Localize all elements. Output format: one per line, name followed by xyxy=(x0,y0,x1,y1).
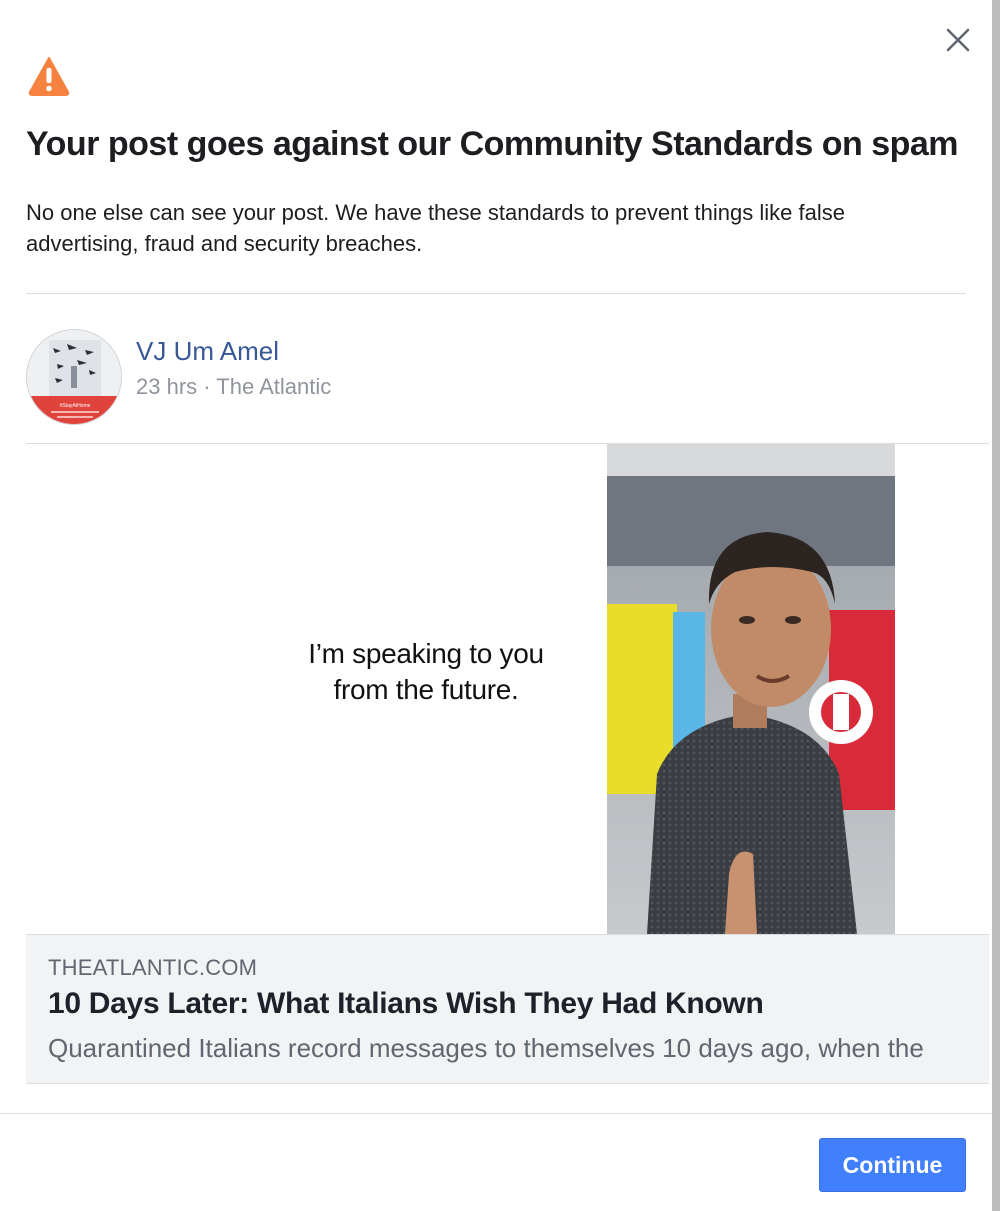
post-video-preview[interactable]: I’m speaking to you from the future. xyxy=(26,444,989,934)
close-icon[interactable] xyxy=(940,22,976,58)
link-headline: 10 Days Later: What Italians Wish They H… xyxy=(48,987,764,1020)
link-snippet: Quarantined Italians record messages to … xyxy=(48,1033,924,1063)
background-page-edge xyxy=(992,0,1000,1211)
post-author-link[interactable]: VJ Um Amel xyxy=(136,336,279,367)
post-meta: 23 hrs · The Atlantic xyxy=(136,374,332,399)
link-preview[interactable]: THEATLANTIC.COM 10 Days Later: What Ital… xyxy=(26,934,989,1084)
spam-standards-dialog: Your post goes against our Community Sta… xyxy=(0,0,993,1211)
link-domain: THEATLANTIC.COM xyxy=(48,955,258,980)
divider xyxy=(0,1113,992,1114)
video-caption-line: from the future. xyxy=(333,674,519,705)
video-thumbnail-image xyxy=(607,444,895,934)
video-caption: I’m speaking to you from the future. xyxy=(226,636,626,708)
avatar-badge: #StayAtHome xyxy=(60,403,91,409)
video-caption-line: I’m speaking to you xyxy=(308,638,544,669)
dialog-description: No one else can see your post. We have t… xyxy=(26,200,845,256)
continue-button[interactable]: Continue xyxy=(819,1138,966,1192)
post-preview: #StayAtHome VJ Um Amel 23 hrs · The Atla… xyxy=(26,294,989,1084)
avatar[interactable]: #StayAtHome xyxy=(26,329,122,425)
warning-triangle-icon xyxy=(28,57,70,96)
dialog-title: Your post goes against our Community Sta… xyxy=(26,125,959,163)
